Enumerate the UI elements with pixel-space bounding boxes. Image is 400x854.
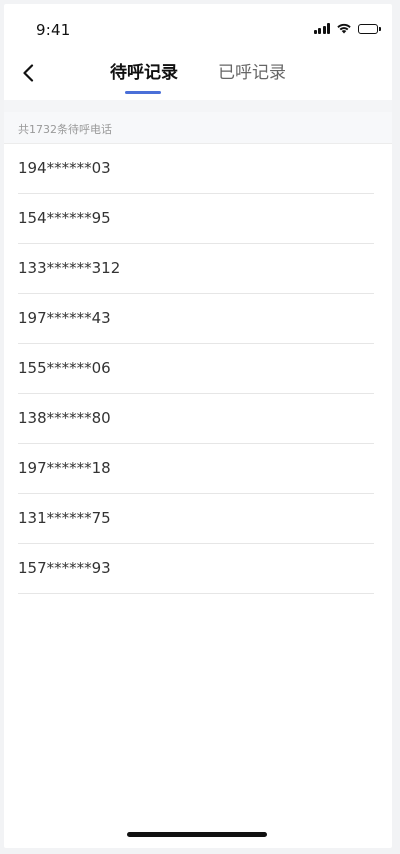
call-list-item[interactable]: 197******18 (18, 444, 374, 494)
phone-number: 157******93 (18, 559, 111, 577)
call-list-item[interactable]: 194******03 (18, 144, 374, 194)
chevron-left-icon (23, 64, 34, 82)
call-list-item[interactable]: 138******80 (18, 394, 374, 444)
nav-bar: 待呼记录 已呼记录 (4, 50, 392, 100)
tab-called-records[interactable]: 已呼记录 (218, 62, 286, 84)
summary-bar: 共1732条待呼电话 (4, 112, 392, 144)
call-list-item[interactable]: 197******43 (18, 294, 374, 344)
phone-number: 197******18 (18, 459, 111, 477)
phone-number: 133******312 (18, 259, 121, 277)
call-list-item[interactable]: 155******06 (18, 344, 374, 394)
pending-count-text: 共1732条待呼电话 (18, 123, 112, 136)
status-bar: 9:41 (4, 4, 392, 50)
phone-number: 197******43 (18, 309, 111, 327)
phone-number: 194******03 (18, 159, 111, 177)
home-indicator[interactable] (127, 832, 267, 837)
phone-number: 138******80 (18, 409, 111, 427)
call-list-item[interactable]: 131******75 (18, 494, 374, 544)
tab-bar: 待呼记录 已呼记录 (4, 50, 392, 100)
app-screen: 9:41 待呼记录 已呼记录 共1732条待呼电话 194******03 15… (4, 4, 392, 848)
battery-icon (358, 24, 381, 34)
pending-call-list: 194******03 154******95 133******312 197… (18, 144, 374, 594)
call-list-item[interactable]: 157******93 (18, 544, 374, 594)
phone-number: 131******75 (18, 509, 111, 527)
section-divider (4, 100, 392, 112)
back-button[interactable] (14, 58, 42, 88)
wifi-icon (337, 23, 351, 34)
signal-icon (313, 23, 330, 34)
tab-pending-calls[interactable]: 待呼记录 (110, 62, 178, 84)
status-time: 9:41 (36, 21, 71, 39)
call-list-item[interactable]: 154******95 (18, 194, 374, 244)
call-list-item[interactable]: 133******312 (18, 244, 374, 294)
active-tab-indicator (125, 91, 161, 94)
phone-number: 154******95 (18, 209, 111, 227)
phone-number: 155******06 (18, 359, 111, 377)
status-icons (313, 22, 381, 34)
